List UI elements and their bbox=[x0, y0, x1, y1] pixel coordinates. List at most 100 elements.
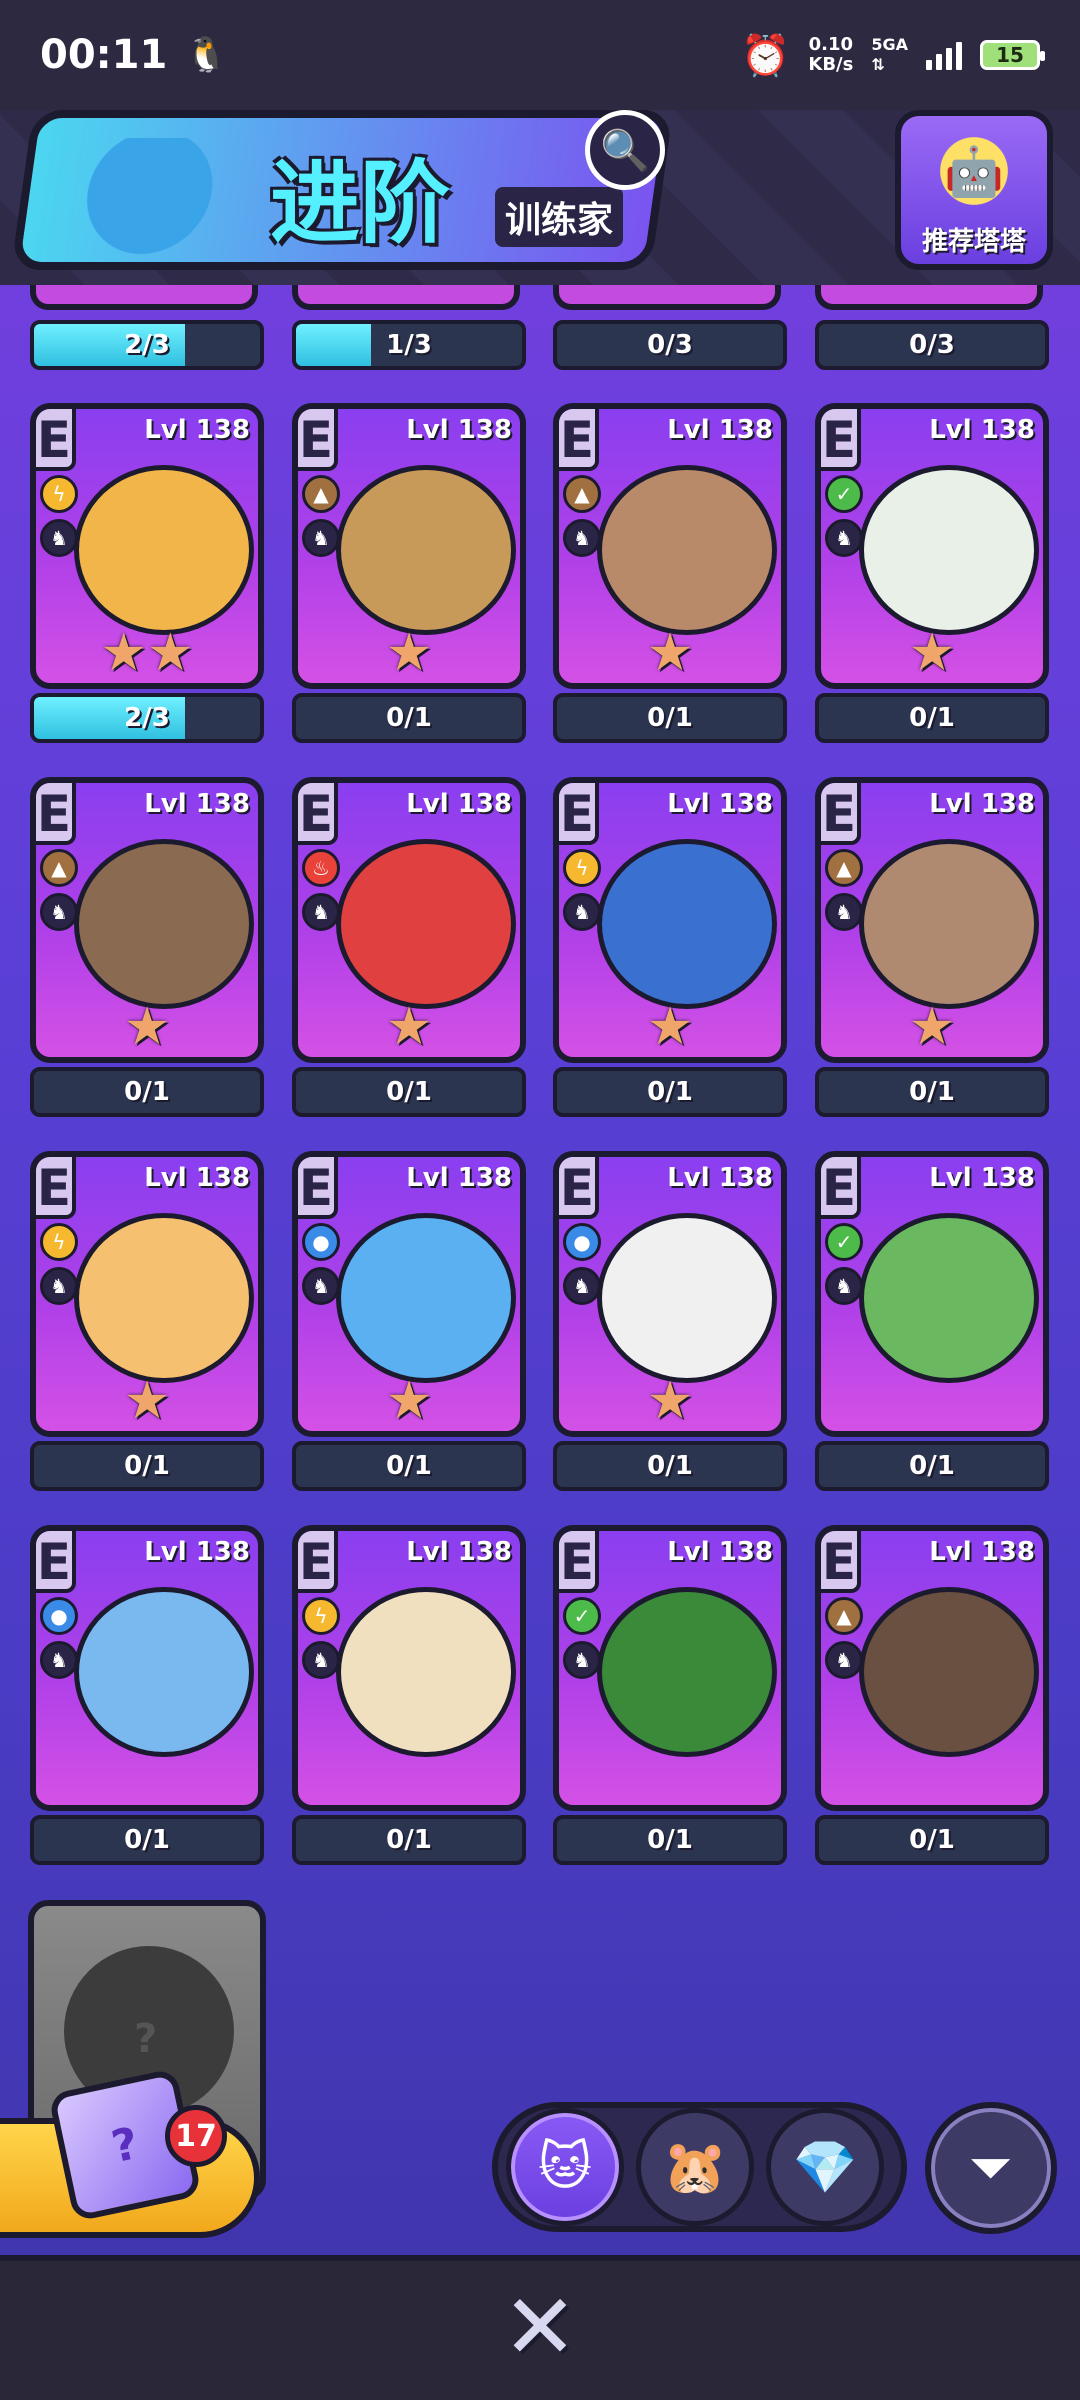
crystal-cat-icon: 💎 bbox=[792, 2137, 858, 2198]
unknown-mark: ? bbox=[134, 2016, 158, 2062]
creature-card[interactable]: E Lvl 138 ϟ ♞ ★ bbox=[553, 777, 787, 1063]
role-icon: ♞ bbox=[40, 1267, 78, 1305]
level-label: Lvl 138 bbox=[929, 1163, 1035, 1193]
creature-card[interactable]: E Lvl 138 ● ♞ bbox=[30, 1525, 264, 1811]
recommend-button[interactable]: 🤖 推荐塔塔 bbox=[895, 110, 1053, 270]
progress-text: 2/3 bbox=[124, 330, 170, 360]
partial-card[interactable] bbox=[553, 285, 781, 310]
grade-badge: E bbox=[821, 1531, 861, 1593]
sort-filter-button[interactable]: ⏷ bbox=[925, 2102, 1057, 2234]
star-icon: ★ bbox=[385, 623, 433, 683]
creature-portrait bbox=[74, 1587, 254, 1757]
creature-portrait bbox=[74, 1213, 254, 1383]
star-icon: ★ bbox=[100, 623, 147, 683]
network-type-label: 5GA bbox=[871, 35, 908, 54]
progress-bar: 0/1 bbox=[292, 1441, 526, 1491]
star-rating: ★ bbox=[298, 1375, 520, 1427]
search-button[interactable]: 🔍 bbox=[585, 110, 665, 190]
creature-portrait bbox=[74, 839, 254, 1009]
header: 进阶 训练家 🔍 🤖 推荐塔塔 bbox=[0, 110, 1080, 285]
role-icon: ♞ bbox=[302, 1641, 340, 1679]
tab-crystal[interactable]: 💎 bbox=[766, 2108, 884, 2226]
recommend-label: 推荐塔塔 bbox=[921, 227, 1026, 257]
creature-card[interactable]: E Lvl 138 ϟ ♞ ★ bbox=[30, 1151, 264, 1437]
progress-text: 0/1 bbox=[909, 1825, 955, 1855]
grass-element-icon: ✓ bbox=[825, 1223, 863, 1261]
progress-bar: 0/1 bbox=[292, 693, 526, 743]
level-label: Lvl 138 bbox=[929, 1537, 1035, 1567]
page-subtitle: 训练家 bbox=[495, 187, 624, 247]
level-label: Lvl 138 bbox=[929, 415, 1035, 445]
grade-badge: E bbox=[298, 783, 338, 845]
filter-tabs: 🐱 🐹 💎 bbox=[492, 2102, 907, 2232]
creature-card[interactable]: E Lvl 138 ✓ ♞ bbox=[553, 1525, 787, 1811]
progress-bar: 2/3 bbox=[30, 693, 264, 743]
creature-portrait bbox=[597, 465, 777, 635]
star-icon: ★ bbox=[646, 1371, 694, 1431]
star-icon: ★ bbox=[908, 623, 956, 683]
creature-portrait bbox=[859, 465, 1039, 635]
electric-element-icon: ϟ bbox=[302, 1597, 340, 1635]
creature-card[interactable]: E Lvl 138 ✓ ♞ ★ bbox=[815, 403, 1049, 689]
robot-cat-icon: 🐱 bbox=[537, 2137, 593, 2197]
robot-icon: 🤖 bbox=[919, 121, 1029, 221]
progress-text: 0/1 bbox=[647, 1077, 693, 1107]
creature-portrait bbox=[597, 1587, 777, 1757]
role-icon: ♞ bbox=[825, 1267, 863, 1305]
water-element-icon: ● bbox=[563, 1223, 601, 1261]
creature-portrait bbox=[859, 1587, 1039, 1757]
star-rating: ★ bbox=[298, 627, 520, 679]
creature-portrait bbox=[336, 1213, 516, 1383]
level-label: Lvl 138 bbox=[667, 415, 773, 445]
creature-card[interactable]: E Lvl 138 ♨ ♞ ★ bbox=[292, 777, 526, 1063]
creature-card[interactable]: E Lvl 138 ▲ ♞ ★ bbox=[30, 777, 264, 1063]
creature-card[interactable]: E Lvl 138 ϟ ♞ bbox=[292, 1525, 526, 1811]
grade-badge: E bbox=[36, 1531, 76, 1593]
creature-card[interactable]: E Lvl 138 ▲ ♞ ★ bbox=[553, 403, 787, 689]
level-label: Lvl 138 bbox=[929, 789, 1035, 819]
progress-text: 0/1 bbox=[124, 1077, 170, 1107]
star-icon: ★ bbox=[123, 997, 171, 1057]
grade-badge: E bbox=[298, 1531, 338, 1593]
creature-portrait bbox=[336, 1587, 516, 1757]
partial-card[interactable] bbox=[292, 285, 520, 310]
page-title: 进阶 bbox=[270, 151, 450, 256]
grade-badge: E bbox=[559, 1157, 599, 1219]
creature-card[interactable]: E Lvl 138 ϟ ♞ ★ ★ bbox=[30, 403, 264, 689]
creature-portrait bbox=[859, 839, 1039, 1009]
tab-robot[interactable]: 🐱 bbox=[506, 2108, 624, 2226]
level-label: Lvl 138 bbox=[406, 1163, 512, 1193]
tab-hamster[interactable]: 🐹 bbox=[636, 2108, 754, 2226]
partial-card[interactable] bbox=[30, 285, 258, 310]
progress-text: 2/3 bbox=[124, 703, 170, 733]
progress-bar: 0/1 bbox=[553, 1815, 787, 1865]
gacha-count: 17 bbox=[175, 2118, 217, 2154]
search-icon: 🔍 bbox=[600, 127, 650, 174]
creature-card[interactable]: E Lvl 138 ▲ ♞ ★ bbox=[292, 403, 526, 689]
creature-card[interactable]: E Lvl 138 ▲ ♞ bbox=[815, 1525, 1049, 1811]
creature-card[interactable]: E Lvl 138 ● ♞ ★ bbox=[553, 1151, 787, 1437]
creature-card[interactable]: E Lvl 138 ▲ ♞ ★ bbox=[815, 777, 1049, 1063]
network-speed: 0.10 KB/s bbox=[808, 35, 853, 75]
role-icon: ♞ bbox=[563, 519, 601, 557]
earth-element-icon: ▲ bbox=[40, 849, 78, 887]
progress-bar: 0/1 bbox=[30, 1815, 264, 1865]
progress-bar: 0/1 bbox=[815, 1067, 1049, 1117]
water-element-icon: ● bbox=[302, 1223, 340, 1261]
creature-card[interactable]: E Lvl 138 ✓ ♞ bbox=[815, 1151, 1049, 1437]
level-label: Lvl 138 bbox=[667, 789, 773, 819]
grade-badge: E bbox=[36, 1157, 76, 1219]
progress-bar: 0/1 bbox=[292, 1067, 526, 1117]
creature-card[interactable]: E Lvl 138 ● ♞ ★ bbox=[292, 1151, 526, 1437]
grade-badge: E bbox=[559, 409, 599, 471]
level-label: Lvl 138 bbox=[406, 789, 512, 819]
grade-badge: E bbox=[821, 783, 861, 845]
grade-badge: E bbox=[559, 1531, 599, 1593]
progress-text: 0/1 bbox=[909, 1077, 955, 1107]
partial-card[interactable] bbox=[815, 285, 1043, 310]
hamster-icon: 🐹 bbox=[662, 2137, 728, 2198]
creature-portrait bbox=[336, 465, 516, 635]
close-button[interactable]: ✕ bbox=[495, 2275, 585, 2380]
battery-icon: 15 bbox=[980, 40, 1045, 70]
network-speed-value: 0.10 bbox=[808, 34, 854, 55]
